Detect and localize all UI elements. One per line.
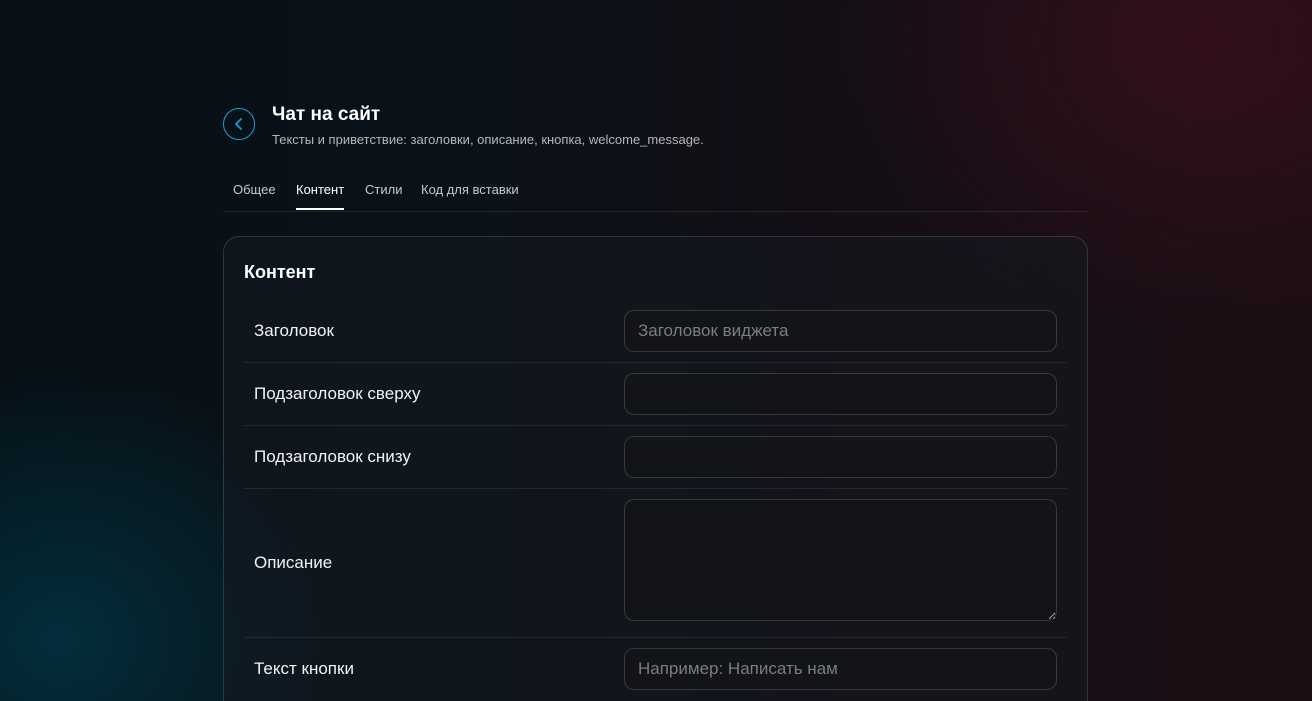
page-subtitle: Тексты и приветствие: заголовки, описани… xyxy=(272,132,704,147)
button-text-input[interactable] xyxy=(624,648,1057,690)
form-row-title: Заголовок xyxy=(244,310,1067,363)
field-label-button-text: Текст кнопки xyxy=(254,659,354,678)
field-label-title: Заголовок xyxy=(254,321,334,340)
subtitle-bottom-input[interactable] xyxy=(624,436,1057,478)
subtitle-top-input[interactable] xyxy=(624,373,1057,415)
field-label-subtitle-bottom: Подзаголовок снизу xyxy=(254,447,411,466)
tab-bar: Общее Контент Стили Код для вставки xyxy=(223,172,1088,212)
page-header: Чат на сайт Тексты и приветствие: заголо… xyxy=(223,104,1088,154)
form-row-button-text: Текст кнопки xyxy=(244,638,1067,701)
field-label-description: Описание xyxy=(254,553,333,572)
tab-content[interactable]: Контент xyxy=(296,182,345,210)
card-title: Контент xyxy=(244,262,316,282)
description-textarea[interactable] xyxy=(624,499,1057,621)
tab-styles[interactable]: Стили xyxy=(365,182,402,210)
page-title: Чат на сайт xyxy=(272,104,381,125)
content-card: Контент Заголовок Подзаголовок сверху По… xyxy=(223,236,1088,701)
form-row-subtitle-bottom: Подзаголовок снизу xyxy=(244,426,1067,489)
tab-embed-code[interactable]: Код для вставки xyxy=(421,182,519,210)
tab-general[interactable]: Общее xyxy=(233,182,276,210)
chevron-left-icon xyxy=(235,118,242,130)
form-row-subtitle-top: Подзаголовок сверху xyxy=(244,363,1067,426)
field-label-subtitle-top: Подзаголовок сверху xyxy=(254,384,421,403)
form-row-description: Описание xyxy=(244,489,1067,638)
back-button[interactable] xyxy=(223,108,255,140)
title-input[interactable] xyxy=(624,310,1057,352)
